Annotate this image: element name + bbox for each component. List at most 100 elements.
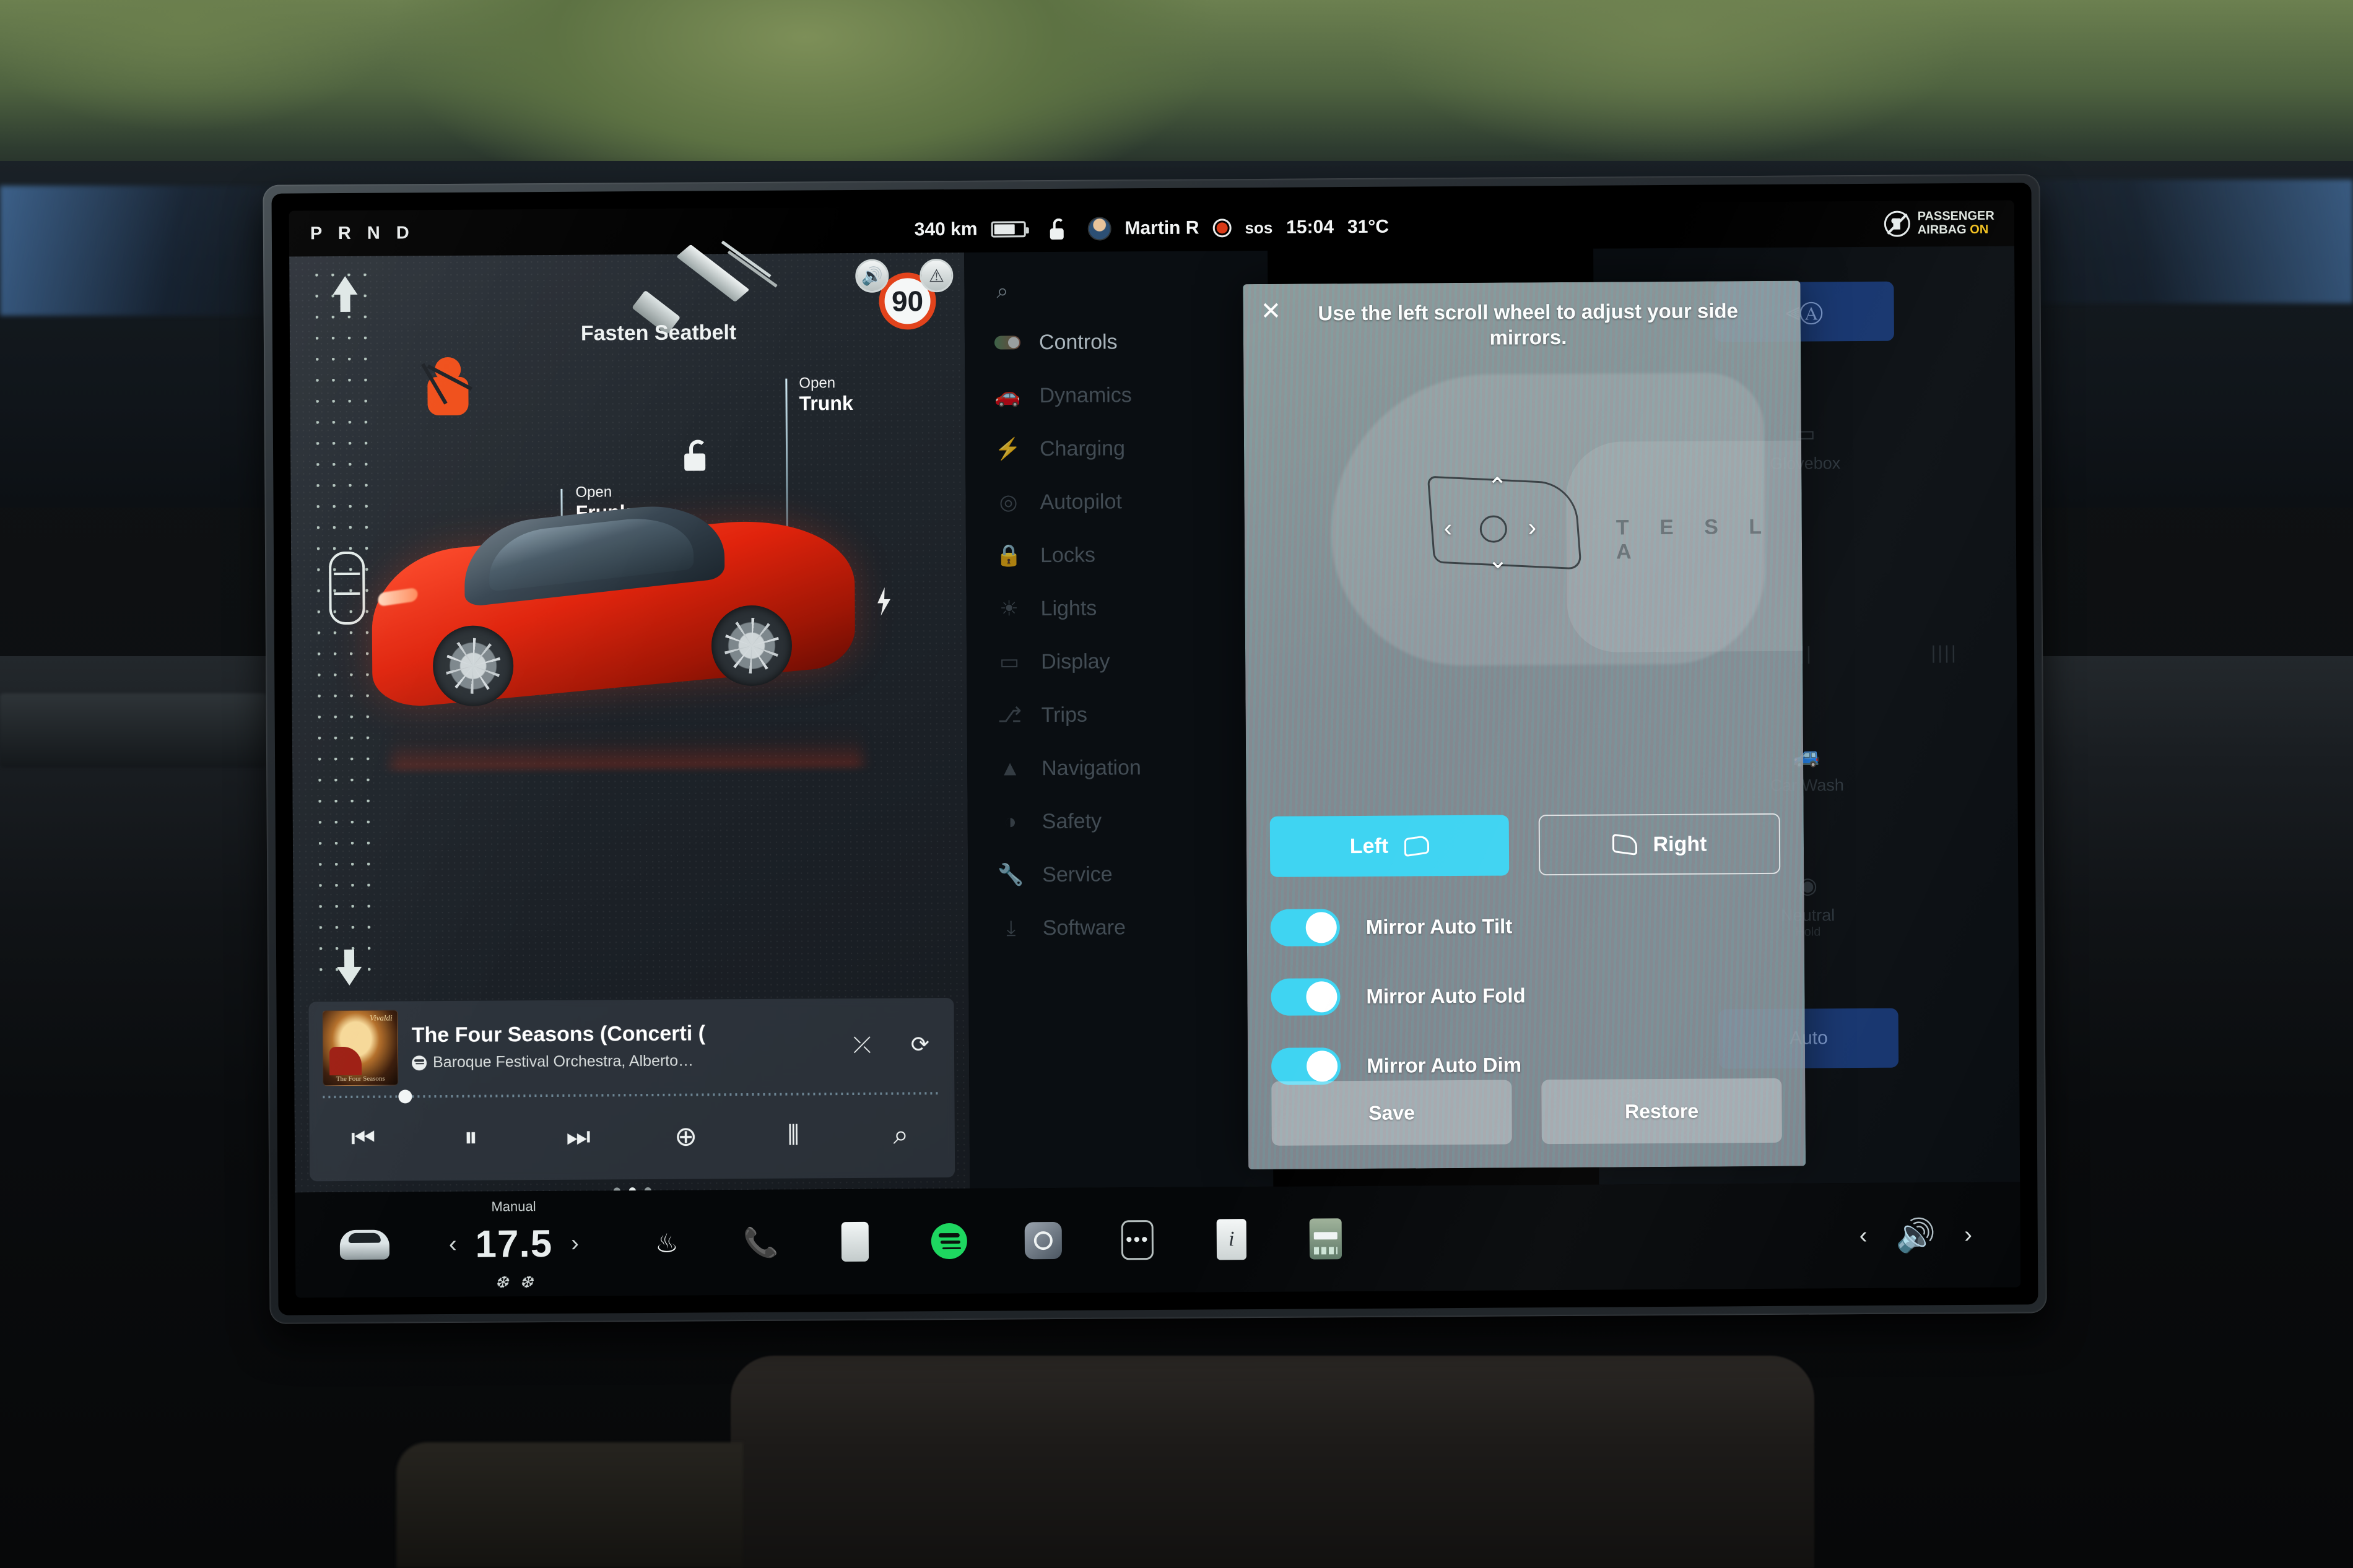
no-child-seat-icon [1884,210,1910,237]
sidebar-item-label: Locks [1040,543,1096,567]
mirror-center-nub [1479,515,1507,543]
search-media-button[interactable]: ⌕ [881,1115,921,1154]
more-apps-icon[interactable]: ••• [1118,1220,1157,1260]
sidebar-item-lights[interactable]: ☀ Lights [966,581,1270,636]
seat-heater-icon[interactable]: ♨ [647,1223,687,1263]
mirror-tilt-right-icon[interactable]: › [1528,514,1537,541]
mirror-tilt-down-icon[interactable]: ⌄ [1487,547,1508,574]
record-dot-icon[interactable] [1212,219,1232,238]
mirror-left-icon [1404,834,1430,857]
save-button[interactable]: Save [1271,1080,1512,1146]
sidebar-item-display[interactable]: ▭ Display [967,634,1271,689]
mirror-auto-tilt-row[interactable]: Mirror Auto Tilt [1270,906,1781,946]
next-track-button[interactable]: ⏭ [559,1117,598,1157]
defrost-rear-icon[interactable]: ❆ [520,1273,533,1292]
reverse-arrow-stem [344,949,355,969]
equalizer-button[interactable]: ⦀ [773,1115,813,1155]
phone-icon[interactable]: 📞 [741,1223,781,1262]
mirror-auto-fold-row[interactable]: Mirror Auto Fold [1271,976,1781,1016]
mirror-auto-dim-toggle[interactable] [1271,1047,1341,1085]
warning-triangle-icon: ⚠ [920,258,954,293]
mirror-tilt-up-icon[interactable]: ⌃ [1487,474,1508,501]
temp-decrease-button[interactable]: ‹ [449,1231,457,1257]
pause-button[interactable]: ⏸ [451,1118,490,1158]
sidebar-item-label: Charging [1039,436,1126,461]
avatar[interactable] [1087,217,1111,241]
drive-arrow-stem [340,293,350,313]
restore-button[interactable]: Restore [1541,1078,1782,1145]
left-mirror-button[interactable]: Left [1269,815,1510,877]
sidebar-item-dynamics[interactable]: 🚗 Dynamics [965,368,1269,423]
unlock-icon[interactable] [1048,218,1065,240]
add-to-library-button[interactable]: ⊕ [666,1116,705,1156]
touchscreen-bezel: P R N D 340 km Martin R sos 15:04 31°C P… [263,174,2047,1324]
calendar-icon[interactable] [835,1221,875,1262]
trips-icon: ⎇ [997,703,1022,727]
album-art[interactable]: Vivaldi The Four Seasons [322,1010,399,1086]
sidebar-item-autopilot[interactable]: ◎ Autopilot [965,474,1269,529]
mirror-dialog-actions: Save Restore [1271,1078,1782,1146]
controls-sidebar[interactable]: ⌕ Controls 🚗 Dynamics ⚡ Charging ◎ Autop… [964,250,1274,1189]
status-bar-center: 340 km Martin R sos 15:04 31°C [915,215,1390,242]
mirror-tilt-left-icon[interactable]: ‹ [1444,514,1453,542]
info-app-icon[interactable]: i [1212,1219,1251,1260]
camera-icon[interactable] [1024,1221,1063,1260]
car-front-wheel [432,625,514,707]
sidebar-item-controls[interactable]: Controls [965,314,1269,370]
sidebar-item-trips[interactable]: ⎇ Trips [967,687,1271,742]
close-icon[interactable]: ✕ [1261,298,1282,325]
spotify-icon[interactable] [929,1221,969,1261]
sidebar-item-navigation[interactable]: ▲ Navigation [967,740,1271,795]
mirror-adjust-dialog[interactable]: ✕ Use the left scroll wheel to adjust yo… [1243,280,1806,1170]
car-visualization-panel[interactable]: Fasten Seatbelt 90 🔊 ⚠ Open Frunk Open [289,240,970,1195]
passenger-airbag-indicator: PASSENGER AIRBAG ON [1884,209,1994,237]
center-console [731,1356,1814,1568]
search-icon[interactable]: ⌕ [964,269,1268,316]
dialog-title: Use the left scroll wheel to adjust your… [1318,299,1739,349]
previous-track-button[interactable]: ⏮ [343,1119,383,1158]
dashboard-vent [0,693,266,768]
sidebar-item-locks[interactable]: 🔒 Locks [966,527,1270,583]
sos-label[interactable]: sos [1245,218,1272,237]
calculator-app-icon[interactable] [1306,1218,1346,1260]
sidebar-item-service[interactable]: 🔧 Service [968,847,1272,902]
sidebar-item-charging[interactable]: ⚡ Charging [965,421,1269,476]
drive-arrow-icon[interactable] [333,275,358,295]
track-title: The Four Seasons (Concerti ( [411,1021,706,1047]
volume-up-button[interactable]: › [1964,1221,1972,1248]
defrost-front-icon[interactable]: ❆ [495,1273,508,1292]
sidebar-item-safety[interactable]: ◑ Safety [967,794,1271,849]
volume-icon[interactable]: 🔊 [1895,1216,1936,1254]
mirror-auto-tilt-toggle[interactable] [1270,909,1340,946]
car-rear-wheel [711,605,793,687]
gear-selector-prnd[interactable]: P R N D [310,223,415,244]
windshield-left-glow [0,186,285,316]
trunk-callout[interactable]: Open Trunk [785,375,853,534]
media-player[interactable]: Vivaldi The Four Seasons The Four Season… [308,997,955,1182]
mirror-right-icon [1612,833,1637,856]
right-mirror-button[interactable]: Right [1538,813,1781,876]
car-reflection [391,723,863,771]
mirror-auto-fold-toggle[interactable] [1271,978,1341,1016]
shuffle-icon[interactable]: ⤫ [853,1031,871,1058]
sidebar-item-software[interactable]: ⤓ Software [968,900,1272,955]
reverse-arrow-icon[interactable] [337,966,362,986]
volume-down-button[interactable]: ‹ [1859,1222,1868,1249]
defrost-controls: ❆ ❆ [495,1273,533,1292]
navigation-arrow-icon: ▲ [999,756,1021,781]
climate-temperature-control[interactable]: Manual ‹ 17.5 › ❆ ❆ [449,1198,579,1291]
vehicle-3d-render[interactable] [334,457,930,807]
sidebar-item-label: Controls [1038,329,1118,354]
bottom-app-bar[interactable]: Manual ‹ 17.5 › ❆ ❆ ♨ 📞 ••• i ‹ 🔊 › [295,1182,2021,1298]
seat-bars-right[interactable]: |||| [1931,643,1957,664]
media-transport-controls: ⏮ ⏸ ⏭ ⊕ ⦀ ⌕ [309,1096,955,1177]
car-front-icon[interactable] [339,1229,390,1260]
app-bar-icons: ♨ 📞 ••• i [647,1216,1859,1263]
volume-control[interactable]: ‹ 🔊 › [1859,1216,1972,1254]
tesla-touchscreen[interactable]: P R N D 340 km Martin R sos 15:04 31°C P… [289,200,2021,1298]
download-icon: ⤓ [1006,916,1016,940]
temp-increase-button[interactable]: › [571,1230,579,1257]
repeat-icon[interactable]: ⟳ [911,1031,929,1058]
sidebar-item-label: Trips [1041,703,1088,727]
driver-profile-name[interactable]: Martin R [1124,218,1199,240]
